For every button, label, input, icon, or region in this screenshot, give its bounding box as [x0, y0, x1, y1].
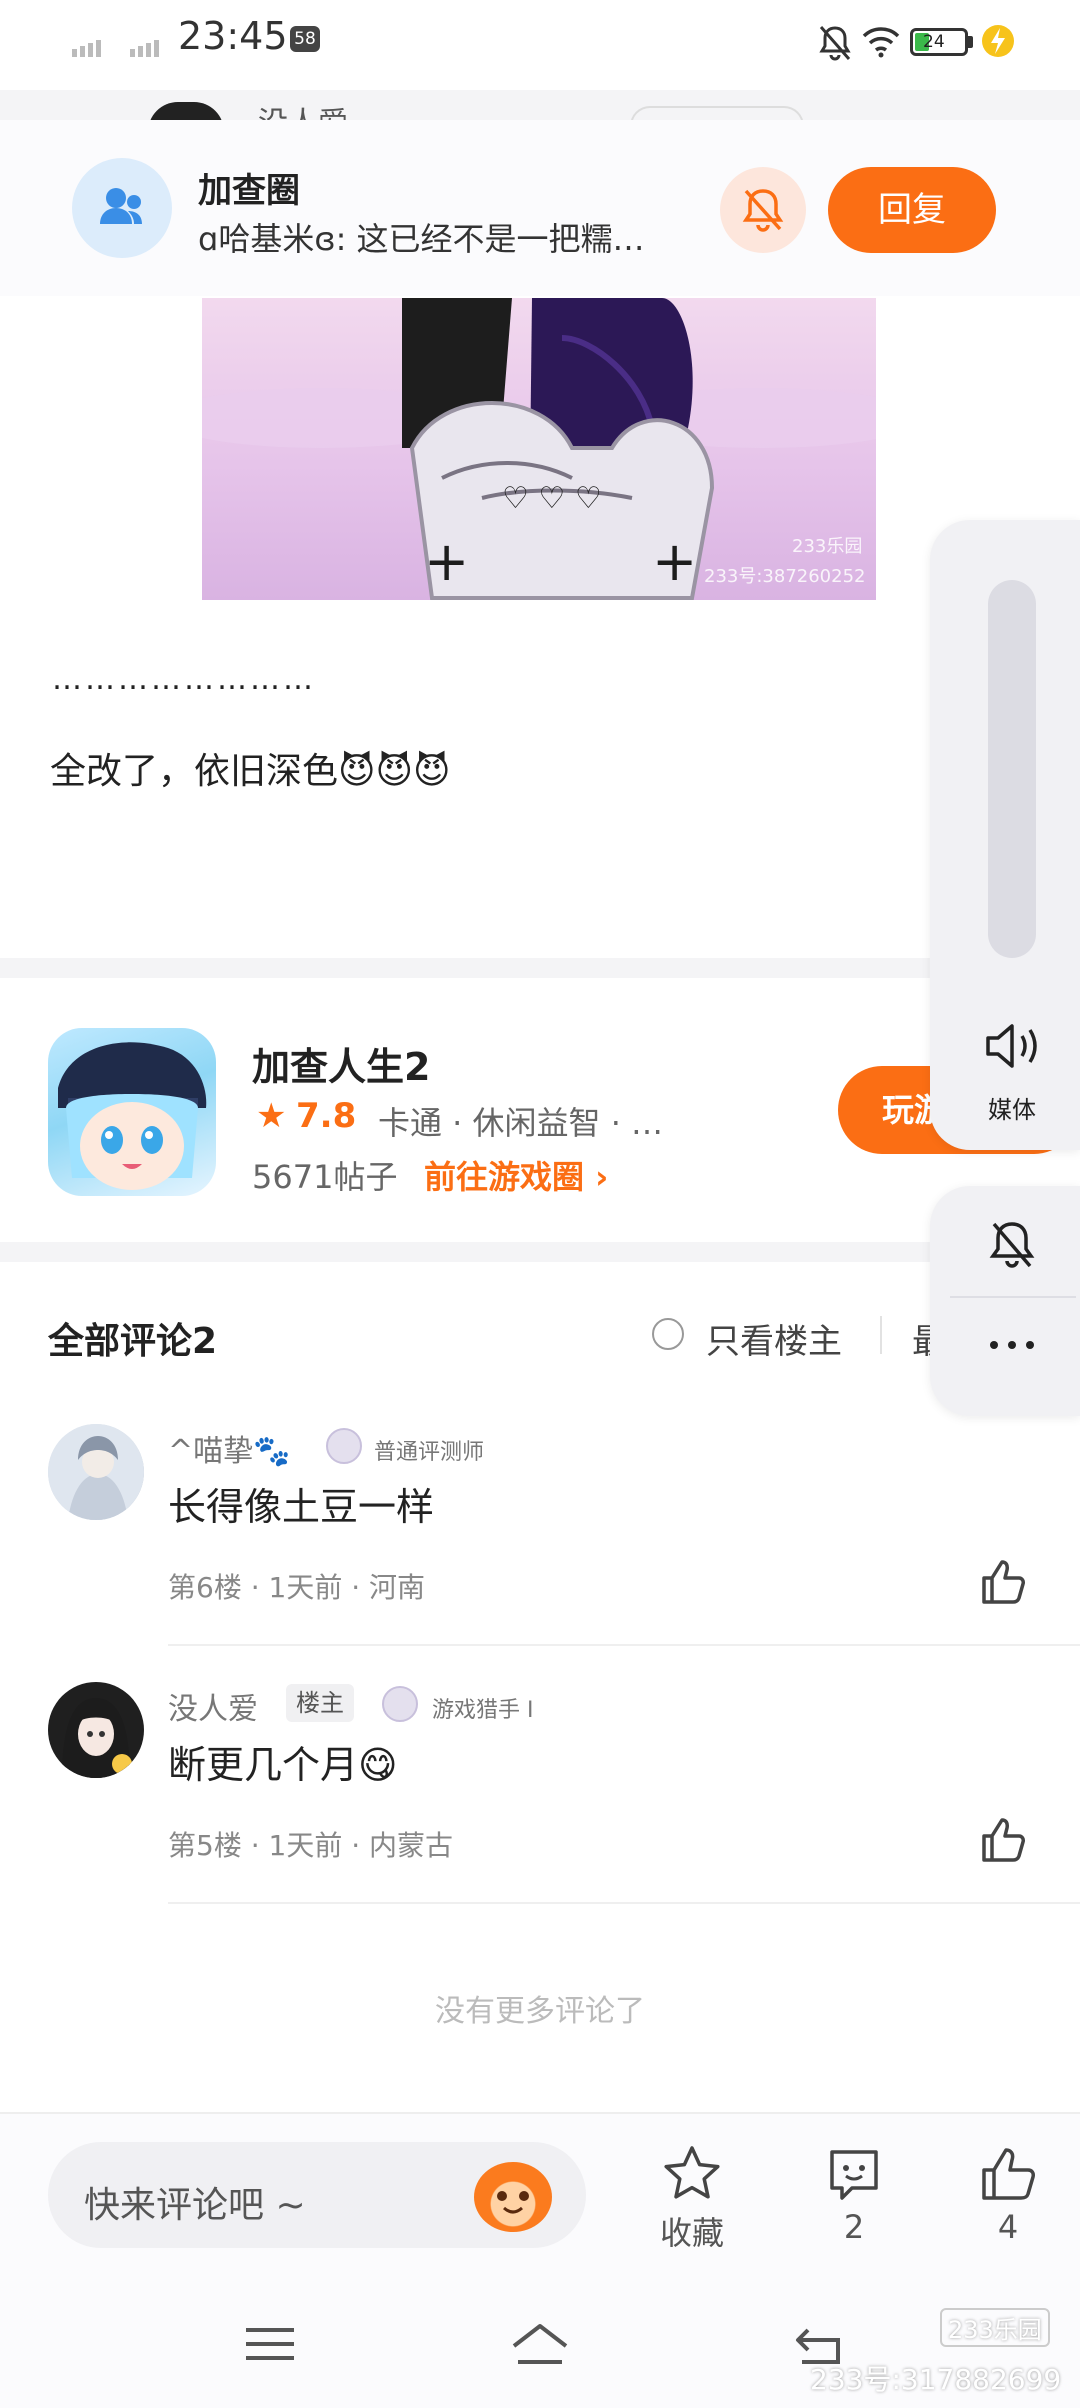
author-name: 没人爱	[258, 98, 348, 120]
mute-button[interactable]	[720, 167, 806, 253]
comment-icon[interactable]	[822, 2142, 886, 2206]
bell-off-icon	[742, 189, 784, 232]
avatar[interactable]	[48, 1424, 144, 1520]
divider	[880, 1316, 882, 1354]
clock: 23:45	[178, 14, 288, 58]
comment-divider	[168, 1644, 1080, 1646]
watermark-id: 233号:317882699	[810, 2363, 1062, 2396]
game-icon-art	[58, 1042, 207, 1190]
comment-input-placeholder[interactable]: 快来评论吧 ~	[84, 2176, 306, 2228]
game-tags: 卡通 · 休闲益智 · …	[378, 1104, 664, 1142]
status-bar: 23:45 58 24	[0, 0, 1080, 90]
battery-icon: 24	[910, 28, 968, 56]
owner-tag: 楼主	[286, 1684, 354, 1722]
charging-icon	[982, 25, 1014, 57]
comment-username[interactable]: ^喵挚🐾	[168, 1426, 291, 1470]
battery-level: 24	[923, 32, 945, 52]
signal-icon	[72, 38, 104, 57]
post-text: 全改了，依旧深色😈😈😈	[50, 751, 451, 792]
watermark-brand: 233乐园	[940, 2308, 1050, 2347]
comment-count[interactable]: 2	[794, 2208, 914, 2246]
signal-icon-2	[130, 38, 162, 57]
bell-off-icon	[819, 26, 851, 61]
notification-badge: 58	[290, 26, 320, 52]
more-icon[interactable]	[982, 1330, 1042, 1360]
like-icon[interactable]	[976, 2142, 1040, 2206]
post-dots: ……………………	[52, 662, 316, 697]
hunter-badge-icon	[382, 1686, 418, 1722]
image-watermark-brand: 233乐园	[792, 536, 863, 557]
like-icon[interactable]	[976, 1814, 1028, 1866]
mascot-emoji-icon[interactable]	[474, 2162, 552, 2232]
comment-text: 长得像土豆一样	[168, 1485, 435, 1529]
user-title-badge: 普通评测师	[374, 1440, 485, 1465]
comment-meta: 第6楼 · 1天前 · 河南	[168, 1571, 426, 1604]
goto-game-circle-link[interactable]: 前往游戏圈 ›	[424, 1152, 608, 1198]
game-post-count: 5671帖子	[252, 1158, 398, 1196]
avatar-art	[62, 1698, 132, 1778]
volume-icon[interactable]	[980, 1018, 1044, 1074]
like-icon[interactable]	[976, 1556, 1028, 1608]
home-icon[interactable]	[508, 2312, 572, 2376]
post-image[interactable]: ♡ ♡ ♡ + + 233乐园 233号:387260252	[202, 298, 876, 600]
avatar[interactable]	[48, 1682, 144, 1778]
like-count[interactable]: 4	[948, 2208, 1068, 2246]
game-rating: 7.8	[296, 1096, 357, 1136]
comments-title: 全部评论2	[48, 1321, 218, 1362]
no-more-comments: 没有更多评论了	[435, 1994, 645, 2029]
comments-section	[0, 1262, 1080, 2112]
image-watermark-id: 233号:387260252	[704, 566, 866, 587]
comment-divider	[168, 1902, 1080, 1904]
menu-icon[interactable]	[238, 2312, 302, 2376]
post-image-art: ♡ ♡ ♡ + +	[202, 298, 876, 600]
wifi-icon	[862, 27, 900, 58]
comment-text: 断更几个月😋	[168, 1743, 398, 1787]
latest-reply-preview[interactable]: ɑ哈基米ɞ: 这已经不是一把糯…	[198, 214, 698, 260]
reply-button[interactable]: 回复	[828, 167, 996, 253]
svg-text:+: +	[652, 530, 697, 593]
owner-only-radio[interactable]	[652, 1318, 684, 1350]
mascot-face	[497, 2191, 529, 2214]
group-avatar[interactable]	[72, 158, 172, 258]
game-title[interactable]: 加查人生2	[252, 1036, 430, 1091]
comment-username[interactable]: 没人爱	[168, 1684, 258, 1728]
volume-slider[interactable]	[988, 580, 1036, 958]
star-outline-icon[interactable]	[660, 2142, 724, 2206]
svg-text:+: +	[424, 530, 469, 593]
comment-meta: 第5楼 · 1天前 · 内蒙古	[168, 1829, 454, 1862]
owner-only-label[interactable]: 只看楼主	[706, 1314, 842, 1363]
group-title[interactable]: 加查圈	[198, 163, 300, 212]
reviewer-badge-icon	[326, 1428, 362, 1464]
bell-off-icon[interactable]	[982, 1214, 1042, 1274]
star-icon: ★	[256, 1096, 287, 1136]
users-icon	[100, 188, 142, 224]
panel-divider	[950, 1296, 1076, 1298]
game-icon[interactable]	[48, 1028, 216, 1196]
media-label[interactable]: 媒体	[952, 1090, 1072, 1125]
favorite-label[interactable]: 收藏	[632, 2208, 752, 2254]
battery-tip	[968, 36, 973, 48]
svg-text:♡ ♡ ♡: ♡ ♡ ♡	[502, 481, 602, 516]
avatar-art	[48, 1424, 144, 1520]
user-title-badge: 游戏猎手 I	[432, 1698, 534, 1723]
